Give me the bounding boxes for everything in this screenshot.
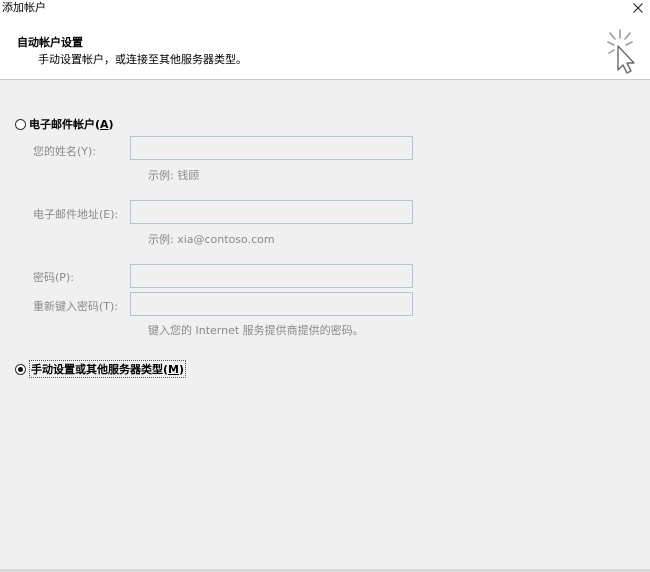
close-icon xyxy=(633,3,643,13)
email-account-radio[interactable]: 电子邮件帐户(A) xyxy=(15,116,114,132)
window-title: 添加帐户 xyxy=(2,1,46,14)
password-field-label: 密码(P): xyxy=(33,271,74,284)
manual-setup-radio-label: 手动设置或其他服务器类型(M) xyxy=(29,360,187,378)
retype-password-field-label: 重新键入密码(T): xyxy=(33,300,119,313)
title-bar: 添加帐户 xyxy=(0,0,650,18)
name-field-label: 您的姓名(Y): xyxy=(33,145,97,158)
name-field[interactable] xyxy=(130,136,413,160)
email-account-radio-circle[interactable] xyxy=(15,118,26,130)
header-title: 自动帐户设置 xyxy=(17,36,83,49)
manual-setup-radio-circle[interactable] xyxy=(15,363,26,375)
email-account-radio-label: 电子邮件帐户(A) xyxy=(29,118,114,131)
header-panel: 自动帐户设置 手动设置帐户，或连接至其他服务器类型。 xyxy=(0,18,650,80)
email-field[interactable] xyxy=(130,200,413,224)
retype-password-field[interactable] xyxy=(130,292,413,316)
add-account-dialog: 添加帐户 自动帐户设置 手动设置帐户，或连接至其他服务器类型。 电子邮件帐户(A… xyxy=(0,0,650,572)
password-field[interactable] xyxy=(130,264,413,288)
close-button[interactable] xyxy=(630,0,646,16)
password-hint: 键入您的 Internet 服务提供商提供的密码。 xyxy=(148,324,364,337)
wizard-cursor-icon xyxy=(607,29,635,74)
email-field-label: 电子邮件地址(E): xyxy=(33,208,119,221)
email-hint: 示例: xia@contoso.com xyxy=(148,233,275,246)
name-hint: 示例: 钱顾 xyxy=(148,169,200,182)
manual-setup-radio[interactable]: 手动设置或其他服务器类型(M) xyxy=(15,360,187,378)
header-subtitle: 手动设置帐户，或连接至其他服务器类型。 xyxy=(38,53,247,66)
